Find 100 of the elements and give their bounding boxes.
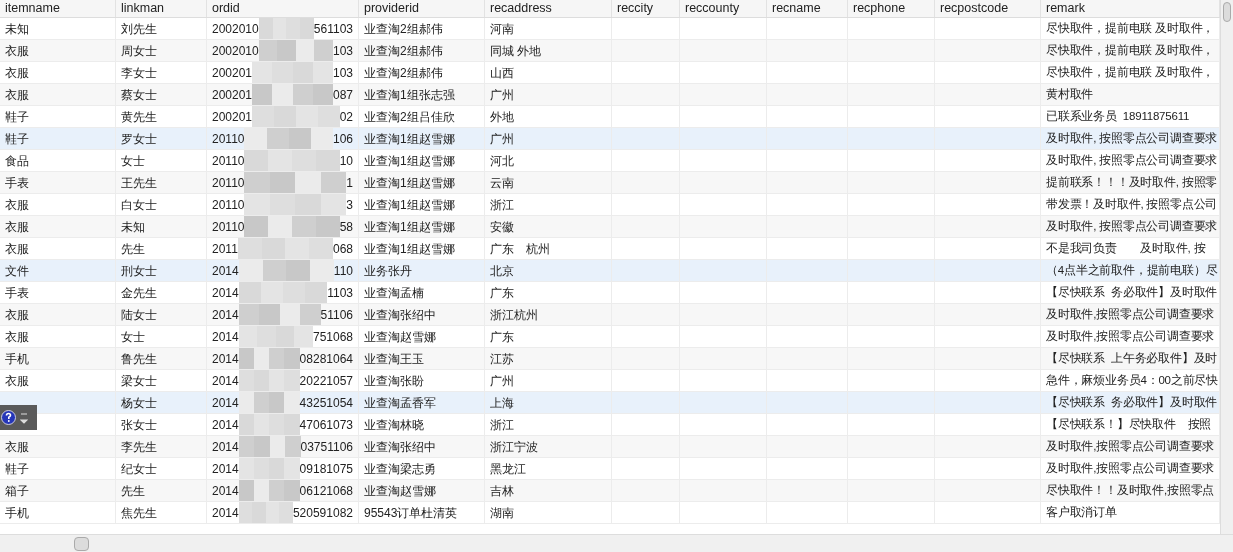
table-cell-text: 业查淘张盼: [364, 372, 424, 390]
table-cell-text: 【尽快联系！】尽快取件 按照: [1046, 416, 1212, 432]
table-cell-text: 衣服: [5, 240, 29, 258]
table-cell-text: 文件: [5, 262, 29, 280]
table-cell-text: 业务张丹: [364, 262, 412, 280]
table-cell-text: 20221057: [299, 372, 353, 390]
column-header[interactable]: itemname: [0, 0, 116, 17]
table-cell-text: 业查淘孟楠: [364, 284, 424, 302]
table-cell-text: 梁女士: [121, 372, 157, 390]
table-cell-text: 鞋子: [5, 130, 29, 148]
table-cell-text: 业查淘1组赵雪娜: [364, 240, 455, 258]
table-cell-text: 2011: [212, 240, 238, 258]
table-cell-text: 广东 杭州: [490, 240, 550, 258]
table-cell-text: 河南: [490, 20, 514, 38]
table-cell-text: 外地: [490, 108, 514, 126]
table-cell-text: 1103: [327, 284, 353, 302]
table-cell-text: 业查淘王玉: [364, 350, 424, 368]
column-header[interactable]: recpostcode: [935, 0, 1041, 17]
column-header[interactable]: providerid: [359, 0, 485, 17]
table-cell-text: 103: [332, 64, 353, 82]
table-cell-text: 已联系业务员 18911875611: [1046, 108, 1190, 124]
table-cell-text: 浙江: [490, 196, 514, 214]
table-cell-text: 衣服: [5, 218, 29, 236]
column-header[interactable]: reccounty: [680, 0, 767, 17]
table-cell-text: 2014: [212, 504, 239, 522]
table-cell-text: 561103: [313, 20, 353, 38]
table-cell-text: 先生: [121, 240, 145, 258]
table-cell-text: 广州: [490, 86, 514, 104]
table-cell-text: 客户取消订单: [1046, 504, 1117, 520]
table-cell-text: 湖南: [490, 504, 514, 522]
table-cell-text: 业查淘张绍中: [364, 438, 436, 456]
table-cell-text: 未知: [5, 20, 29, 38]
column-header[interactable]: recname: [767, 0, 848, 17]
table-cell-text: 及时取件, 按照零点公司调查要求: [1046, 130, 1218, 146]
table-cell-text: 20110: [212, 196, 245, 214]
table-cell-text: 衣服: [5, 438, 29, 456]
table-cell-text: 2002010: [212, 42, 259, 60]
table-cell-text: 黄先生: [121, 108, 157, 126]
table-cell-text: 06121068: [299, 482, 353, 500]
scroll-thumb[interactable]: [1223, 2, 1231, 22]
table-cell-text: 【尽快联系 务必取件】及时取件: [1046, 284, 1218, 300]
table-cell-text: 杨女士: [121, 394, 157, 412]
table-cell-text: 鞋子: [5, 108, 29, 126]
scroll-thumb[interactable]: [74, 536, 89, 551]
table-cell-text: 广州: [490, 130, 514, 148]
table-cell-text: 不是我司负责 及时取件, 按: [1046, 240, 1206, 256]
table-cell-text: 3: [346, 196, 353, 214]
column-header[interactable]: recphone: [848, 0, 935, 17]
table-cell-text: 业查淘1组张志强: [364, 86, 455, 104]
table-cell-text: 及时取件, 按照零点公司调查要求: [1046, 152, 1218, 168]
table-cell-text: 尽快取件！！及时取件,按照零点: [1046, 482, 1215, 498]
table-cell-text: 95543订单杜清英: [364, 504, 458, 522]
help-widget[interactable]: [0, 405, 37, 430]
table-cell-text: 业查淘1组赵雪娜: [364, 174, 455, 192]
table-cell-text: 200201: [212, 86, 253, 104]
table-cell-text: 衣服: [5, 372, 29, 390]
table-cell-text: 鲁先生: [121, 350, 157, 368]
table-cell-text: 2002010: [212, 20, 259, 38]
table-cell-text: 手机: [5, 504, 29, 522]
table-cell-text: 业查淘孟香军: [364, 394, 436, 412]
column-header[interactable]: ordid: [207, 0, 359, 17]
table-cell-text: 03751106: [300, 438, 353, 456]
table-cell-text: 衣服: [5, 196, 29, 214]
help-icon: [1, 410, 16, 425]
table-cell-text: 衣服: [5, 86, 29, 104]
table-cell-text: 同城 外地: [490, 42, 542, 60]
table-cell-text: 李先生: [121, 438, 157, 456]
table-cell-text: （4点半之前取件，提前电联）尽: [1046, 262, 1218, 278]
column-header[interactable]: reccity: [612, 0, 680, 17]
table-cell-text: 及时取件,按照零点公司调查要求: [1046, 328, 1215, 344]
table-cell-text: 吉林: [490, 482, 514, 500]
table-cell-text: 急件，麻烦业务员4：00之前尽快: [1046, 372, 1218, 388]
column-header[interactable]: recaddress: [485, 0, 612, 17]
table-cell-text: 2014: [212, 394, 239, 412]
table-cell-text: 业查淘2组郝伟: [364, 20, 443, 38]
table-cell-text: 业查淘赵雪娜: [364, 482, 436, 500]
table-cell-text: 江苏: [490, 350, 514, 368]
table-cell-text: 蔡女士: [121, 86, 157, 104]
table-cell-text: 北京: [490, 262, 514, 280]
table-cell-text: 068: [332, 240, 353, 258]
table-cell-text: 业查淘梁志勇: [364, 460, 436, 478]
table-cell-text: 上海: [490, 394, 514, 412]
table-cell-text: 安徽: [490, 218, 514, 236]
table-cell-text: 及时取件,按照零点公司调查要求: [1046, 460, 1215, 476]
column-header[interactable]: linkman: [116, 0, 207, 17]
table-cell-text: 【尽快联系 务必取件】及时取件: [1046, 394, 1218, 410]
table-cell-text: 白女士: [121, 196, 157, 214]
table-cell-text: 及时取件, 按照零点公司调查要求: [1046, 218, 1218, 234]
table-cell-text: 河北: [490, 152, 514, 170]
table-cell-text: 及时取件,按照零点公司调查要求: [1046, 438, 1215, 454]
table-cell-text: 2014: [212, 482, 239, 500]
table-cell-text: 手机: [5, 350, 29, 368]
table-cell-text: 20110: [212, 174, 245, 192]
table-cell-text: 2014: [212, 284, 239, 302]
table-cell-text: 广东: [490, 284, 514, 302]
table-cell-text: 业查淘2组郝伟: [364, 64, 443, 82]
table-cell-text: 金先生: [121, 284, 157, 302]
table-cell-text: 未知: [121, 218, 145, 236]
table-cell-text: 黄村取件: [1046, 86, 1094, 102]
table-cell-text: 食品: [5, 152, 29, 170]
